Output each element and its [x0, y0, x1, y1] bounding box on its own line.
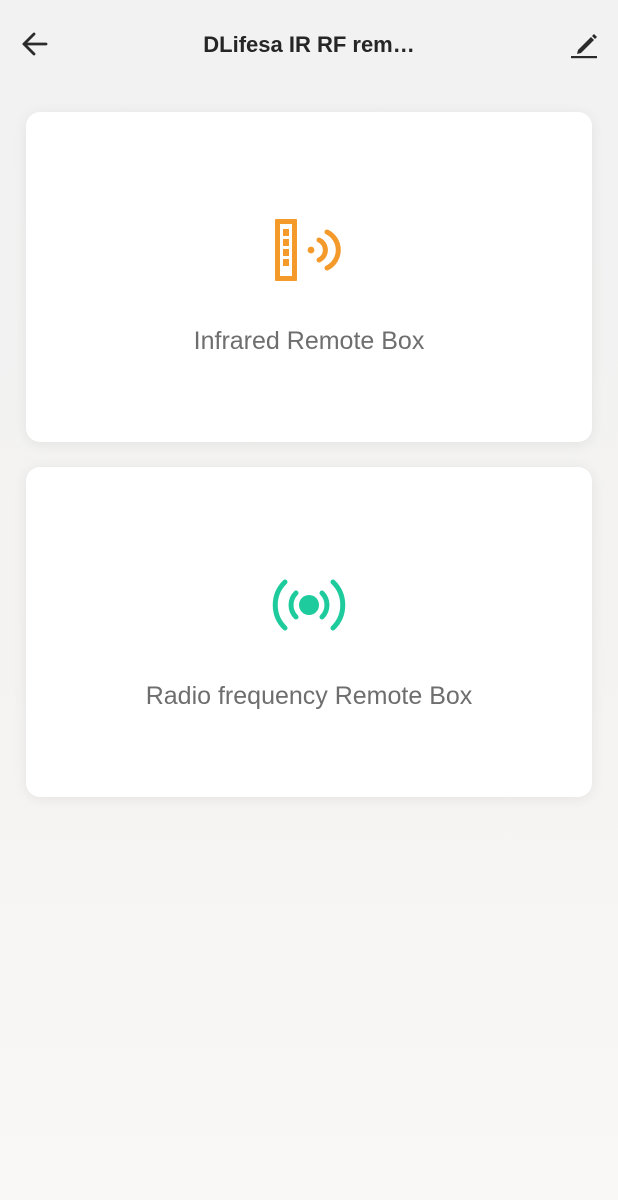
page-title: DLifesa IR RF rem…	[203, 32, 415, 57]
pencil-icon	[571, 34, 597, 59]
radio-frequency-remote-box-card[interactable]: Radio frequency Remote Box	[26, 467, 592, 797]
back-button[interactable]	[14, 24, 54, 64]
radio-frequency-icon	[272, 579, 346, 631]
infrared-remote-icon	[275, 219, 341, 281]
arrow-left-icon	[22, 32, 48, 56]
infrared-remote-box-card[interactable]: Infrared Remote Box	[26, 112, 592, 442]
top-app-bar: DLifesa IR RF rem…	[0, 0, 618, 90]
radio-frequency-remote-box-label: Radio frequency Remote Box	[145, 682, 473, 710]
infrared-remote-box-label: Infrared Remote Box	[193, 327, 425, 355]
edit-button[interactable]	[564, 24, 604, 64]
